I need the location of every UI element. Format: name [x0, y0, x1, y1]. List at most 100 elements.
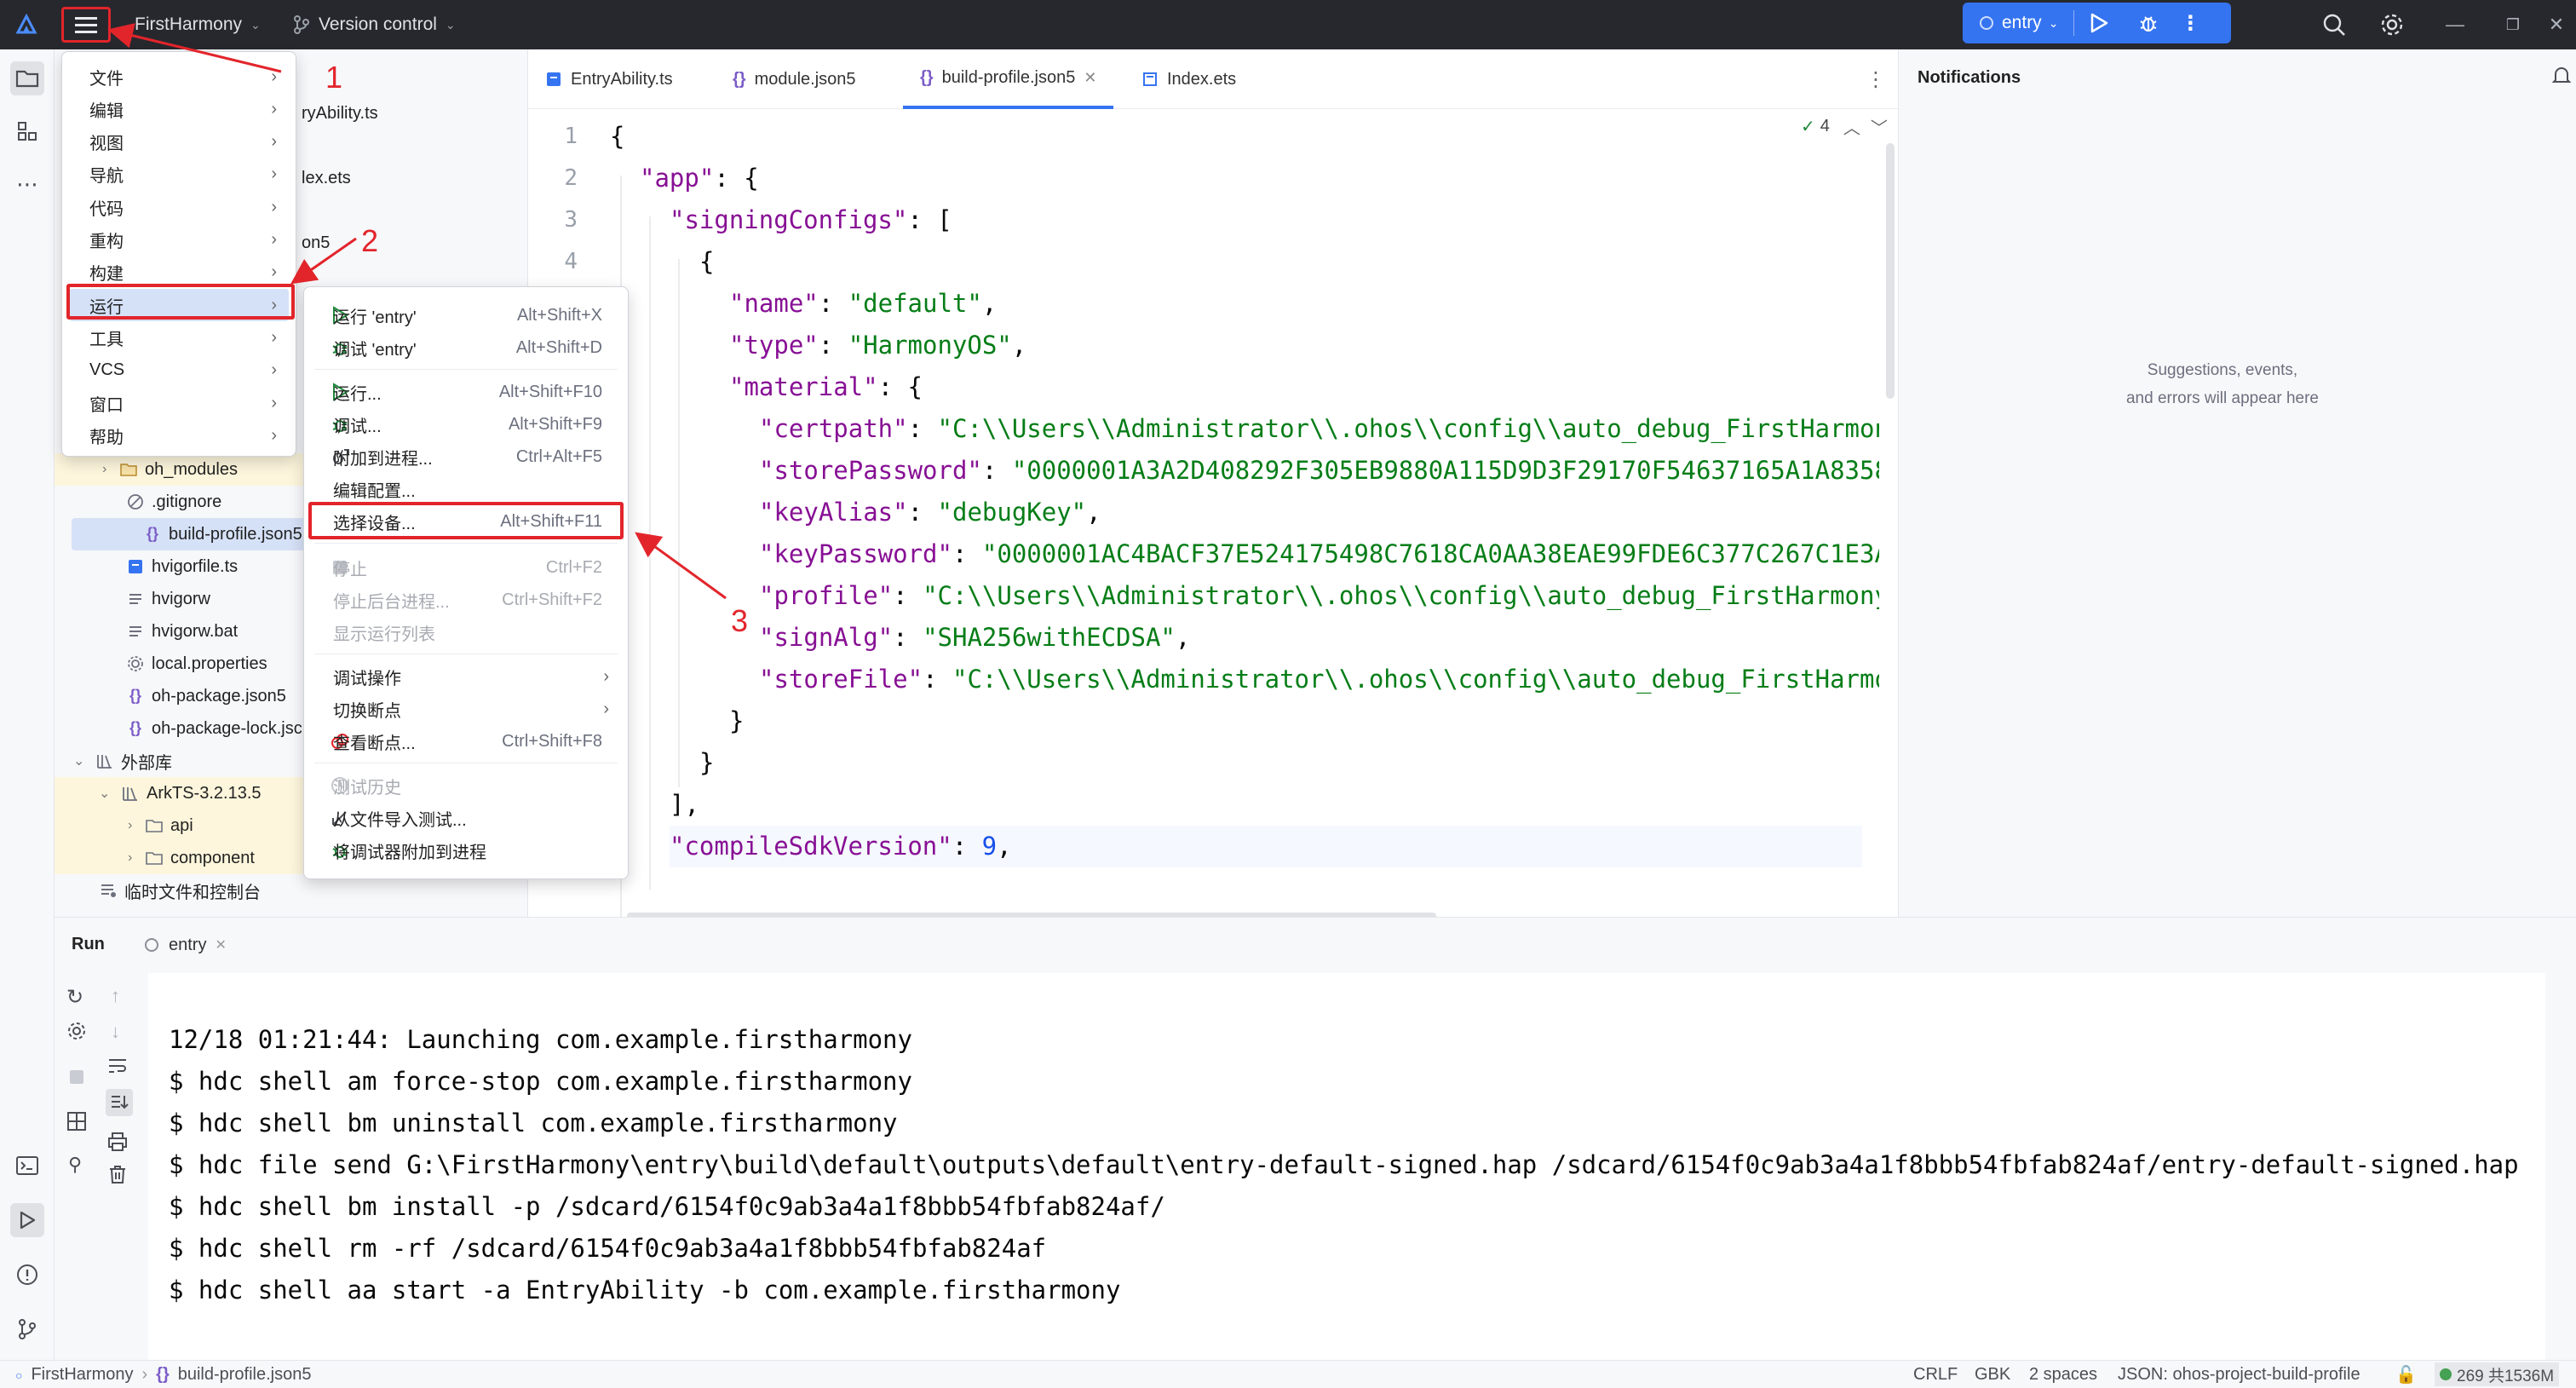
code-token: "C:\\Users\\Administrator\\.ohos\\config… [923, 581, 1879, 610]
code-line: "type": "HarmonyOS", [729, 325, 1026, 366]
close-tab-icon[interactable]: ✕ [1084, 69, 1096, 87]
line-separator-widget[interactable]: CRLF [1913, 1365, 1958, 1385]
minimize-icon: — [2446, 14, 2464, 35]
lock-icon[interactable]: 🔓 [2395, 1364, 2417, 1385]
code-token: , [1086, 498, 1101, 527]
search-button[interactable] [2322, 0, 2346, 49]
print-button[interactable] [107, 1132, 128, 1152]
run-menu-item[interactable]: 将调试器附加到进程 [311, 834, 621, 867]
code-token: ], [670, 790, 699, 819]
code-token: "default" [848, 289, 982, 318]
problems-tool-button[interactable] [10, 1258, 44, 1292]
restore-button[interactable]: ❐ [2487, 0, 2539, 49]
soft-wrap-button[interactable] [107, 1057, 128, 1075]
run-panel-title: Run [72, 935, 105, 953]
code-token: : [952, 539, 982, 568]
run-config-label: entry [2002, 13, 2042, 32]
tree-row-label: component [170, 848, 255, 867]
annotation-arrow-3 [635, 532, 727, 600]
bell-icon [2551, 67, 2572, 83]
code-line: "name": "default", [729, 283, 997, 325]
code-line: "certpath": "C:\\Users\\Administrator\\.… [759, 408, 1879, 450]
tree-row-label: 临时文件和控制台 [124, 883, 261, 902]
code-line: ], [670, 784, 699, 826]
code-token: , [997, 832, 1012, 861]
notifications-empty-line: and errors will appear here [2125, 389, 2319, 407]
pin-button[interactable]: ⚲ [68, 1154, 82, 1176]
memory-indicator[interactable]: 269 共1536M [2435, 1362, 2560, 1386]
gear-icon [2381, 14, 2403, 36]
tab-build-profile[interactable]: {} build-profile.json5 ✕ [903, 49, 1114, 109]
collapse-arrow-icon: ⌄ [73, 754, 85, 769]
status-bar: ○ FirstHarmony › {} build-profile.json5 … [0, 1360, 2576, 1388]
annotation-arrow-1 [107, 23, 282, 73]
status-file: build-profile.json5 [177, 1365, 312, 1384]
console-line: 12/18 01:21:44: Launching com.example.fi… [169, 1025, 912, 1054]
run-settings-button[interactable] [66, 1021, 87, 1041]
more-actions-button[interactable]: ⋮ [2173, 3, 2207, 43]
code-token: , [981, 289, 998, 318]
status-breadcrumb[interactable]: ○ FirstHarmony › {} build-profile.json5 [15, 1365, 312, 1385]
module-icon [145, 938, 158, 952]
code-area[interactable]: {"app": {"signingConfigs": [{"name": "de… [610, 109, 1879, 936]
play-icon [2091, 13, 2108, 33]
run-panel-header: Run entry ✕ [55, 917, 2576, 973]
tab-index[interactable]: Index.ets [1141, 49, 1236, 109]
search-icon [2323, 14, 2345, 36]
code-token: "storeFile" [759, 665, 923, 694]
stop-button[interactable] [68, 1068, 85, 1086]
rerun-icon: ↻ [66, 986, 84, 1009]
editor-scrollbar[interactable] [1886, 143, 1895, 399]
run-menu-item[interactable]: 切换断点 › [311, 693, 621, 725]
tab-label: Index.ets [1167, 69, 1237, 89]
code-token: "debugKey" [937, 498, 1087, 527]
run-console[interactable]: 12/18 01:21:44: Launching com.example.fi… [148, 973, 2545, 1360]
expand-arrow-icon: › [128, 850, 133, 865]
clear-button[interactable] [107, 1164, 128, 1184]
code-token: "keyAlias" [759, 498, 908, 527]
code-token: "keyPassword" [759, 539, 952, 568]
run-button[interactable] [2074, 3, 2124, 43]
menu-item-label: 测试历史 [333, 778, 401, 798]
code-line: } [729, 700, 744, 742]
code-line: "keyAlias": "debugKey", [759, 492, 1101, 533]
run-widget: entry ⌄ ⋮ [1963, 3, 2231, 43]
layout-icon [67, 1112, 86, 1131]
run-config-selector[interactable]: entry ⌄ [1963, 3, 2073, 43]
scroll-down-button[interactable]: ↓ [111, 1021, 120, 1043]
run-menu-item[interactable]: 调试操作 › [311, 660, 621, 693]
scroll-up-button[interactable]: ↑ [111, 985, 120, 1007]
indent-widget[interactable]: 2 spaces [2029, 1365, 2097, 1385]
terminal-tool-button[interactable] [10, 1149, 44, 1183]
status-project: FirstHarmony [31, 1365, 134, 1384]
debug-button[interactable] [2124, 3, 2173, 43]
settings-button[interactable] [2380, 0, 2404, 49]
close-window-button[interactable]: ✕ [2537, 0, 2576, 49]
code-token: "C:\\Users\\Administrator\\.ohos\\config… [937, 414, 1879, 443]
code-token: : [893, 623, 923, 652]
close-tab-icon[interactable]: ✕ [215, 936, 226, 953]
menu-item-label: 调试操作 [333, 669, 401, 688]
run-tab-entry[interactable]: entry ✕ [143, 930, 227, 960]
layout-button[interactable] [66, 1111, 87, 1132]
code-token: "storePassword" [759, 456, 982, 485]
code-line: } [699, 742, 714, 784]
code-token: "C:\\Users\\Administrator\\.ohos\\config… [952, 665, 1879, 694]
rerun-button[interactable]: ↻ [66, 985, 83, 1010]
wrap-icon [109, 1059, 126, 1073]
expand-arrow-icon: › [128, 818, 133, 832]
pin-icon: ⚲ [68, 1154, 83, 1175]
run-menu-item[interactable]: 查看断点... Ctrl+Shift+F8 [311, 725, 621, 757]
code-line: "storeFile": "C:\\Users\\Administrator\\… [759, 659, 1879, 700]
encoding-widget[interactable]: GBK [1975, 1365, 2010, 1385]
run-tool-button[interactable] [10, 1203, 44, 1237]
tabs-more-button[interactable]: ⋮ [1866, 49, 1886, 109]
schema-widget[interactable]: JSON: ohos-project-build-profile [2118, 1365, 2360, 1385]
notifications-tool-button[interactable] [2550, 65, 2574, 89]
library-icon [97, 755, 112, 769]
run-menu-item[interactable]: 从文件导入测试... [311, 802, 621, 834]
minimize-button[interactable]: — [2429, 0, 2481, 49]
git-tool-button[interactable] [10, 1312, 44, 1346]
scroll-to-end-button[interactable] [106, 1089, 133, 1116]
annotation-label-2: 2 [361, 223, 379, 258]
